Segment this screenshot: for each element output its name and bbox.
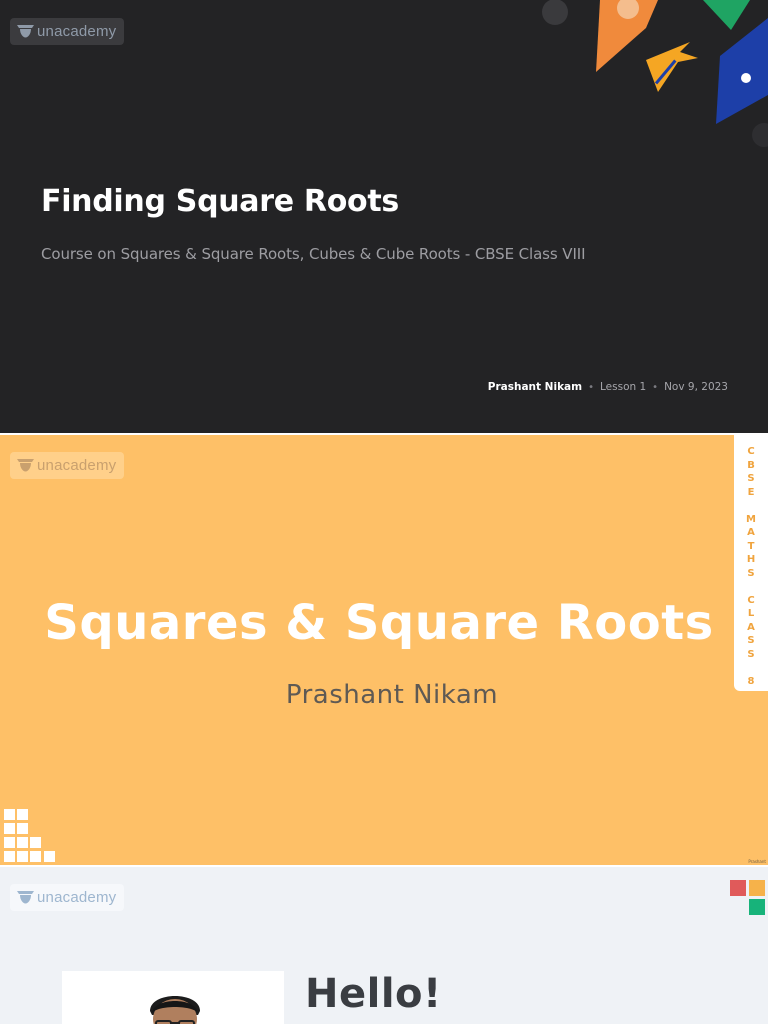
corner-watermark-text: Prashant bbox=[748, 859, 766, 864]
side-letter: C bbox=[747, 446, 755, 457]
lesson-meta: Prashant Nikam • Lesson 1 • Nov 9, 2023 bbox=[488, 381, 728, 393]
side-letter: A bbox=[747, 527, 755, 538]
side-letter: T bbox=[747, 540, 755, 552]
meta-date: Nov 9, 2023 bbox=[664, 381, 728, 393]
side-letter: H bbox=[746, 554, 756, 565]
color-squares-icon bbox=[730, 880, 765, 915]
slide-finding-square-roots: unacademy Finding Square Roots Course on… bbox=[0, 0, 768, 433]
meta-separator-icon: • bbox=[588, 381, 594, 393]
course-subtitle: Course on Squares & Square Roots, Cubes … bbox=[41, 245, 586, 263]
meta-author: Prashant Nikam bbox=[487, 381, 583, 393]
decorative-shapes-icon bbox=[542, 0, 768, 147]
presenter-name: Prashant Nikam bbox=[285, 680, 499, 710]
meta-separator-icon: • bbox=[652, 381, 659, 393]
lesson-title: Finding Square Roots bbox=[41, 184, 399, 219]
side-letter: B bbox=[747, 459, 755, 471]
side-letter: S bbox=[747, 567, 755, 579]
unacademy-logo: unacademy bbox=[10, 452, 125, 479]
greeting-heading: Hello! bbox=[305, 971, 442, 1017]
brand-name: unacademy bbox=[37, 23, 117, 40]
side-label-strip: C B S E M A T H S C L A S S 8 bbox=[734, 435, 768, 691]
presenter-photo-card bbox=[62, 971, 284, 1024]
unacademy-logo-icon bbox=[17, 459, 34, 472]
brand-name: unacademy bbox=[37, 889, 117, 906]
unacademy-logo-icon bbox=[17, 891, 34, 904]
presenter-avatar-icon bbox=[150, 996, 200, 1024]
topic-title: Squares & Square Roots bbox=[44, 595, 714, 651]
meta-lesson: Lesson 1 bbox=[600, 381, 647, 393]
unacademy-logo: unacademy bbox=[10, 18, 125, 45]
slide-squares-and-square-roots: unacademy C B S E M A T H S C L A S S 8 … bbox=[0, 435, 768, 865]
stair-blocks-icon bbox=[4, 809, 55, 862]
slide-hello: unacademy Hello! bbox=[0, 867, 768, 1024]
side-letter: S bbox=[747, 473, 755, 484]
side-letter: M bbox=[746, 513, 756, 525]
unacademy-logo-icon bbox=[17, 25, 34, 38]
unacademy-logo: unacademy bbox=[10, 884, 125, 911]
brand-name: unacademy bbox=[37, 457, 117, 474]
side-letter: E bbox=[747, 486, 755, 498]
